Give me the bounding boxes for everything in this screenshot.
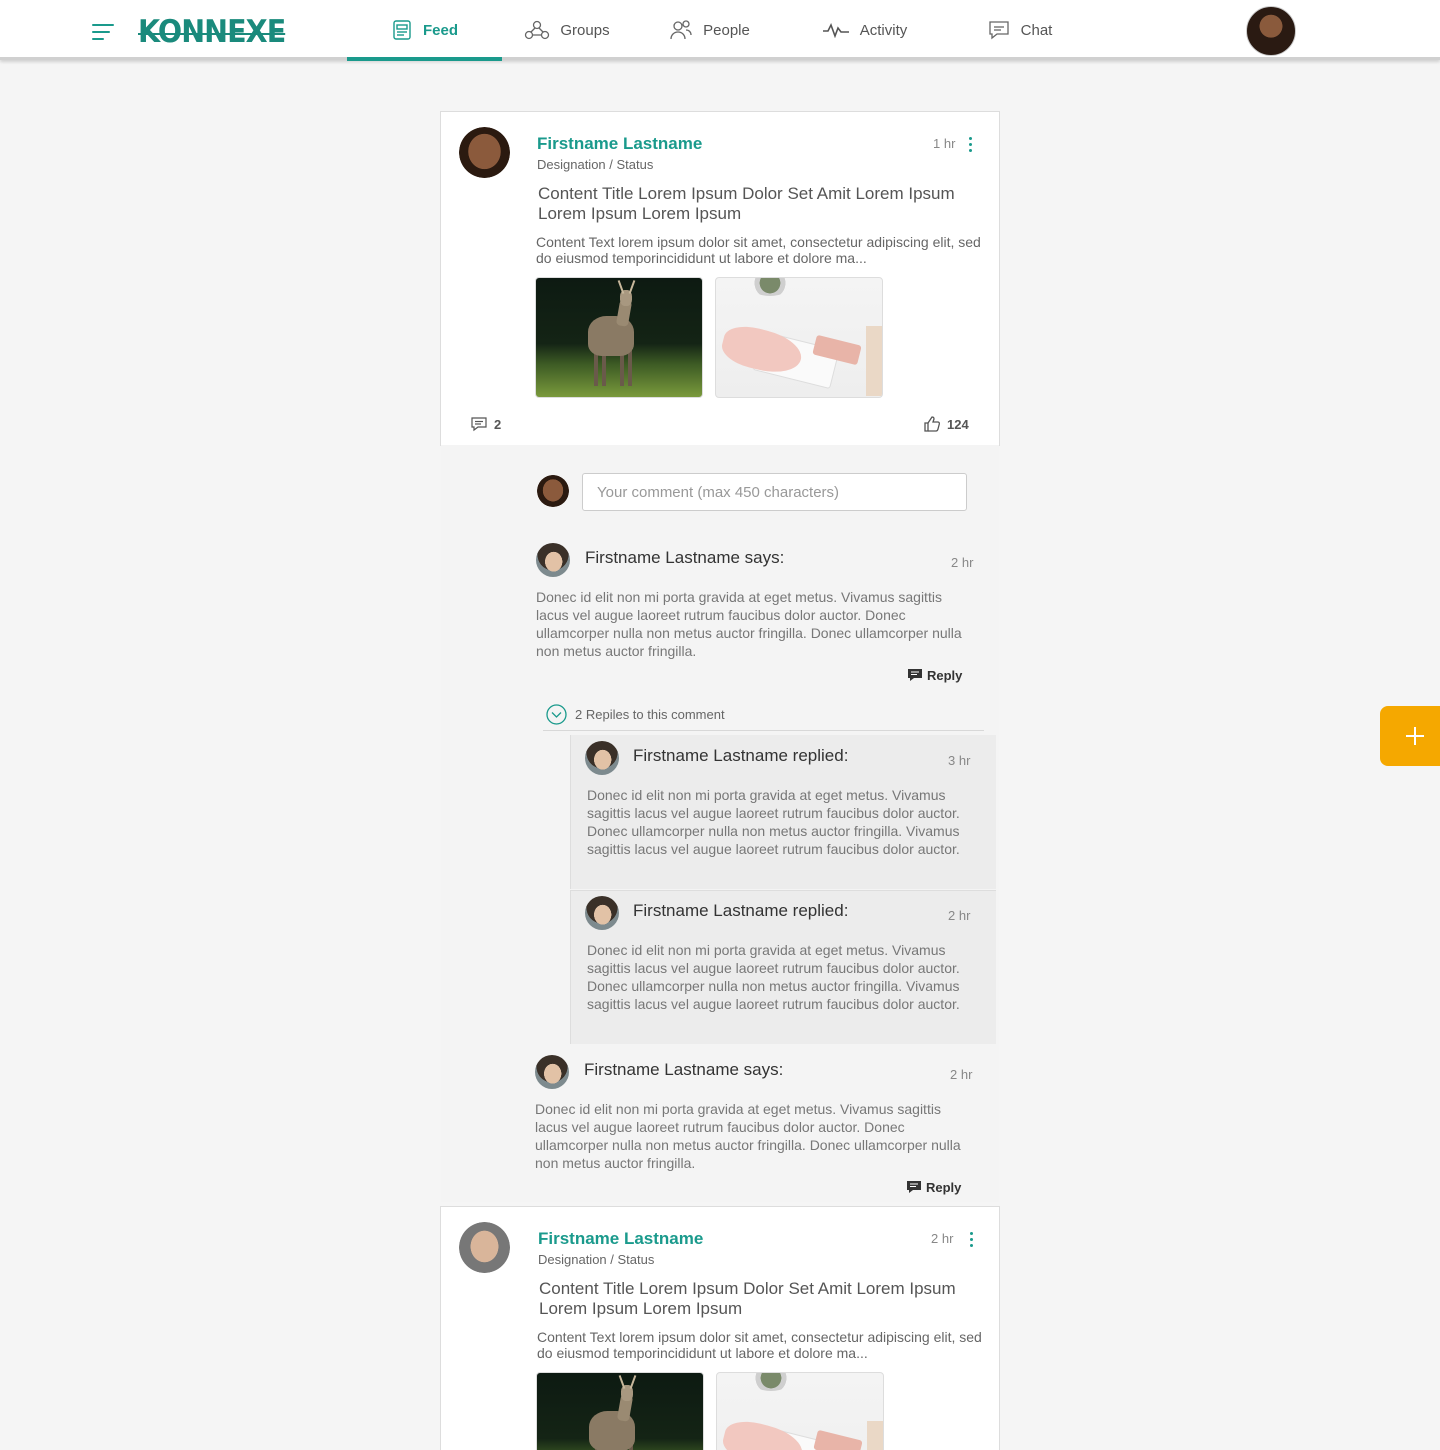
comment-input[interactable]: [582, 473, 967, 511]
reply-button[interactable]: Reply: [906, 1179, 961, 1195]
like-count[interactable]: 124: [923, 415, 969, 433]
reply-body: Donec id elit non mi porta gravida at eg…: [587, 942, 960, 1012]
thumbs-up-icon: [924, 416, 940, 432]
replies-divider: [543, 730, 984, 731]
chat-icon: [989, 21, 1009, 40]
reply-bubble-icon: [908, 669, 922, 681]
replies-toggle[interactable]: 2 Repiles to this comment: [546, 704, 725, 725]
reply-time: 2 hr: [948, 908, 971, 923]
comment-time: 2 hr: [950, 1067, 973, 1082]
nav-label: Feed: [422, 21, 458, 39]
post-text: Content Text lorem ipsum dolor sit amet,…: [536, 234, 981, 266]
feed-icon: [393, 20, 411, 40]
comment-body: Donec id elit non mi porta gravida at eg…: [536, 589, 962, 659]
comment-author: Firstname Lastname says:: [584, 1060, 784, 1079]
post-text: Content Text lorem ipsum dolor sit amet,…: [537, 1329, 982, 1361]
reply-button[interactable]: Reply: [907, 667, 962, 683]
reply-author: Firstname Lastname replied:: [633, 746, 849, 765]
plus-icon: [1406, 727, 1424, 745]
commenter-avatar[interactable]: [535, 1055, 569, 1089]
nav-label: Activity: [859, 21, 908, 39]
nav-label: Chat: [1020, 21, 1053, 39]
create-post-button[interactable]: [1380, 706, 1440, 766]
post-image-deer[interactable]: [535, 277, 703, 398]
post-designation: Designation / Status: [538, 1252, 655, 1267]
main-nav: Feed Groups People Activity Chat: [347, 0, 1097, 61]
post-image-deer[interactable]: [536, 1372, 704, 1450]
chevron-down-circle-icon: [546, 704, 567, 725]
post-time: 2 hr: [931, 1231, 954, 1246]
more-options-icon[interactable]: [970, 1232, 974, 1250]
post-time: 1 hr: [933, 136, 956, 151]
author-avatar[interactable]: [459, 127, 510, 178]
replier-avatar[interactable]: [585, 741, 619, 775]
post-card: Firstname Lastname Designation / Status …: [440, 1206, 1000, 1450]
more-options-icon[interactable]: [969, 137, 973, 155]
nav-tab-people[interactable]: People: [632, 0, 787, 60]
post-image-desk[interactable]: [716, 1372, 884, 1450]
nav-tab-feed[interactable]: Feed: [347, 0, 502, 61]
comment-body: Donec id elit non mi porta gravida at eg…: [535, 1101, 961, 1171]
nav-tab-activity[interactable]: Activity: [787, 0, 942, 60]
nav-tab-groups[interactable]: Groups: [502, 0, 632, 60]
nav-label: Groups: [560, 21, 610, 39]
app-logo[interactable]: KONNEXE: [138, 14, 286, 50]
people-icon: [670, 20, 692, 40]
post-title[interactable]: Content Title Lorem Ipsum Dolor Set Amit…: [539, 1279, 994, 1319]
post-title[interactable]: Content Title Lorem Ipsum Dolor Set Amit…: [538, 184, 993, 224]
nav-tab-chat[interactable]: Chat: [942, 0, 1097, 60]
author-avatar[interactable]: [459, 1222, 510, 1273]
activity-icon: [822, 22, 849, 38]
reply-body: Donec id elit non mi porta gravida at eg…: [587, 787, 960, 857]
reply-author: Firstname Lastname replied:: [633, 901, 849, 920]
menu-icon[interactable]: [92, 24, 114, 42]
post-author[interactable]: Firstname Lastname: [538, 1229, 703, 1249]
post-author[interactable]: Firstname Lastname: [537, 134, 702, 154]
post-image-desk[interactable]: [715, 277, 883, 398]
user-avatar[interactable]: [1246, 6, 1296, 56]
nav-label: People: [703, 21, 750, 39]
comment-icon: [471, 417, 487, 432]
post-designation: Designation / Status: [537, 157, 654, 172]
comment-count[interactable]: 2: [470, 416, 501, 432]
replier-avatar[interactable]: [585, 896, 619, 930]
reply-time: 3 hr: [948, 753, 971, 768]
post-card: Firstname Lastname Designation / Status …: [440, 111, 1000, 446]
reply-bubble-icon: [907, 1181, 921, 1193]
top-navigation-bar: KONNEXE Feed Groups People Activity Chat: [0, 0, 1440, 61]
commenter-avatar[interactable]: [536, 543, 570, 577]
comment-author: Firstname Lastname says:: [585, 548, 785, 567]
current-user-avatar: [537, 475, 569, 507]
comment-time: 2 hr: [951, 555, 974, 570]
groups-icon: [525, 20, 550, 40]
